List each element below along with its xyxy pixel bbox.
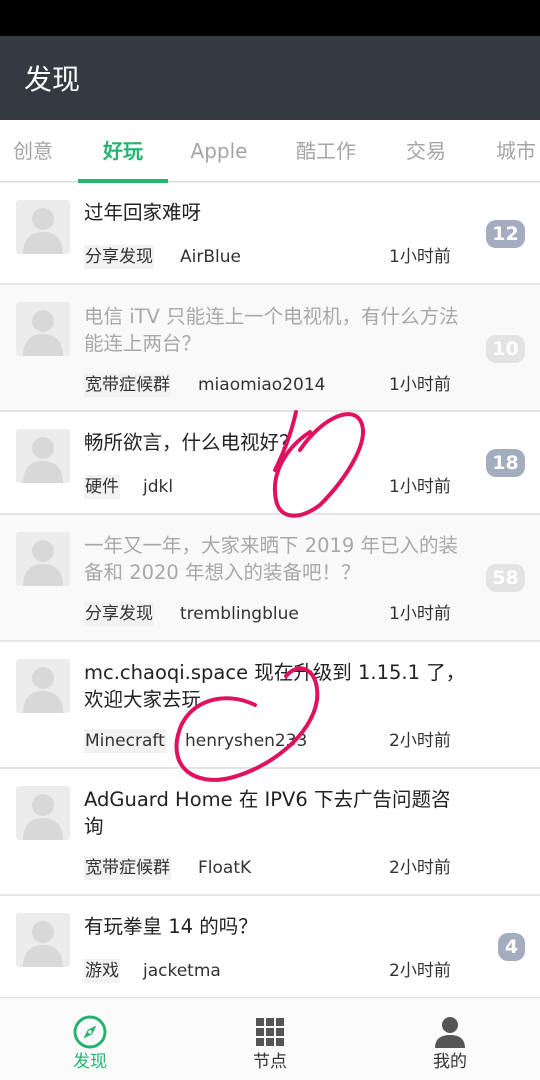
topic-author[interactable]: FloatK [198,856,251,880]
topic-item[interactable]: 畅所欲言，什么电视好？ 硬件 jdkl 1小时前 18 [0,412,540,515]
topic-time: 2小时前 [389,961,451,981]
topic-node[interactable]: 宽带症候群 [84,856,171,880]
tab-bar: 创意 好玩 Apple 酷工作 交易 城市 [0,120,540,182]
topic-time: 1小时前 [389,604,451,624]
nav-label: 我的 [433,1052,467,1072]
page-title: 发现 [24,63,81,96]
default-avatar-icon [23,794,63,840]
reply-count-badge: 4 [498,933,525,961]
tab-creative[interactable]: 创意 [0,120,66,181]
avatar [16,200,70,254]
topic-item[interactable]: 电信 iTV 只能连上一个电视机，有什么方法能连上两台？ 宽带症候群 miaom… [0,285,540,412]
topic-item[interactable]: 一年又一年，大家来晒下 2019 年已入的装备和 2020 年想入的装备吧！？ … [0,515,540,642]
topic-node[interactable]: 分享发现 [84,245,154,269]
avatar [16,302,70,356]
topic-author[interactable]: miaomiao2014 [198,373,325,397]
reply-count-badge: 12 [486,220,525,248]
tab-city[interactable]: 城市 [486,120,540,181]
topic-title[interactable]: 有玩拳皇 14 的吗？ [84,913,469,940]
topic-time: 1小时前 [389,477,451,497]
avatar [16,659,70,713]
topic-item[interactable]: mc.chaoqi.space 现在升级到 1.15.1 了，欢迎大家去玩 Mi… [0,642,540,769]
tab-cool-jobs[interactable]: 酷工作 [284,120,368,181]
tab-fun[interactable]: 好玩 [78,120,168,181]
default-avatar-icon [23,667,63,713]
topic-item[interactable]: AdGuard Home 在 IPV6 下去广告问题咨询 宽带症候群 Float… [0,769,540,896]
grid-icon [256,1018,284,1046]
topic-title[interactable]: 过年回家难呀 [84,199,469,226]
status-bar [0,0,540,36]
topic-node[interactable]: 游戏 [84,959,120,983]
topic-author[interactable]: jacketma [143,959,221,983]
default-avatar-icon [23,921,63,967]
topic-title[interactable]: 一年又一年，大家来晒下 2019 年已入的装备和 2020 年想入的装备吧！？ [84,532,469,586]
default-avatar-icon [23,310,63,356]
default-avatar-icon [23,540,63,586]
topic-time: 2小时前 [389,731,451,751]
topic-time: 1小时前 [389,247,451,267]
nav-label: 节点 [253,1052,287,1072]
default-avatar-icon [23,208,63,254]
topic-author[interactable]: jdkl [143,475,173,499]
topic-item[interactable]: 有玩拳皇 14 的吗？ 游戏 jacketma 2小时前 4 [0,896,540,999]
reply-count-badge: 10 [486,335,525,363]
tab-deals[interactable]: 交易 [396,120,456,181]
person-icon [435,1017,465,1048]
nav-me[interactable]: 我的 [360,998,540,1080]
topic-title[interactable]: 电信 iTV 只能连上一个电视机，有什么方法能连上两台？ [84,303,469,357]
avatar [16,532,70,586]
default-avatar-icon [23,437,63,483]
topic-title[interactable]: 畅所欲言，什么电视好？ [84,429,469,456]
topic-author[interactable]: AirBlue [180,245,241,269]
topic-title[interactable]: AdGuard Home 在 IPV6 下去广告问题咨询 [84,786,469,840]
app-bar [0,36,540,120]
topic-node[interactable]: 分享发现 [84,602,154,626]
topic-node[interactable]: 硬件 [84,475,120,499]
topic-time: 2小时前 [389,858,451,878]
topic-node[interactable]: Minecraft [84,729,166,753]
tab-apple[interactable]: Apple [174,120,264,181]
avatar [16,913,70,967]
topic-time: 1小时前 [389,375,451,395]
reply-count-badge: 18 [486,449,525,477]
topic-author[interactable]: tremblingblue [180,602,299,626]
reply-count-badge: 58 [486,564,525,592]
nav-nodes[interactable]: 节点 [180,998,360,1080]
topic-title[interactable]: mc.chaoqi.space 现在升级到 1.15.1 了，欢迎大家去玩 [84,659,469,713]
bottom-nav: 发现 节点 我的 [0,997,540,1080]
compass-icon [73,1015,107,1049]
topic-node[interactable]: 宽带症候群 [84,373,171,397]
nav-discover[interactable]: 发现 [0,998,180,1080]
avatar [16,786,70,840]
nav-label: 发现 [73,1052,107,1072]
topic-item[interactable]: 过年回家难呀 分享发现 AirBlue 1小时前 12 [0,183,540,285]
topic-author[interactable]: henryshen233 [185,729,307,753]
avatar [16,429,70,483]
